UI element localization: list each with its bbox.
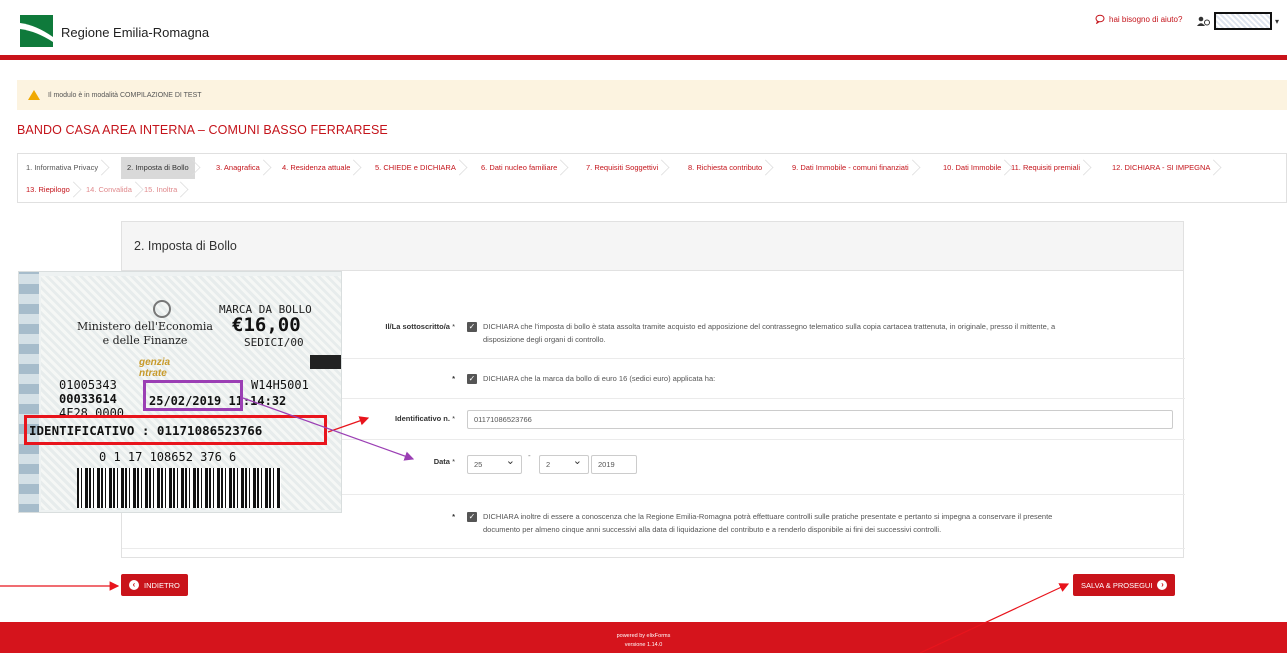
date-highlight-box — [143, 380, 243, 411]
footer-version: versione 1.14.0 — [624, 642, 663, 648]
arrow-right-icon: › — [1157, 580, 1168, 590]
test-mode-alert: Il modulo è in modalità COMPILAZIONE DI … — [17, 80, 1287, 110]
save-label: SALVA & PROSEGUI — [1081, 580, 1153, 590]
arrow-left-icon: ‹ — [129, 580, 139, 590]
identificativo-highlight-box — [24, 415, 327, 445]
header-accent-bar — [0, 55, 1287, 60]
divider — [122, 548, 1185, 549]
chat-bubble-icon — [1095, 14, 1105, 24]
decl1-text: DICHIARA che l'imposta di bollo è stata … — [483, 322, 1056, 344]
wizard-steps: 1. Informativa Privacy 2. Imposta di Bol… — [17, 153, 1287, 203]
tab-inoltra: 15. Inoltra — [138, 179, 183, 201]
decl2-text: DICHIARA che la marca da bollo di euro 1… — [483, 374, 716, 383]
decl3-text: DICHIARA inoltre di essere a conoscenza … — [483, 512, 1053, 534]
help-label: hai bisogno di aiuto? — [1109, 14, 1183, 24]
tab-requisiti-soggettivi[interactable]: 7. Requisiti Soggettivi — [580, 157, 664, 179]
date-separator: - — [528, 451, 531, 460]
stamp-barcode-number: 0 1 17 108652 376 6 — [99, 450, 237, 464]
republic-emblem-icon — [153, 300, 171, 318]
year-input[interactable]: 2019 — [591, 455, 637, 474]
required-mark: * — [452, 512, 455, 521]
tab-chiede-e-dichiara[interactable]: 5. CHIEDE e DICHIARA — [369, 157, 462, 179]
regione-logo-icon — [20, 15, 53, 47]
chevron-down-icon: ▾ — [1275, 16, 1280, 26]
tab-residenza-attuale[interactable]: 4. Residenza attuale — [276, 157, 356, 179]
back-button[interactable]: ‹ INDIETRO — [121, 574, 188, 596]
stamp-redaction — [310, 355, 341, 369]
page-title: BANDO CASA AREA INTERNA – COMUNI BASSO F… — [17, 123, 388, 137]
user-icon — [1197, 16, 1210, 26]
required-mark: * — [452, 374, 455, 383]
stamp-perforation — [19, 272, 39, 512]
decl1-checkbox[interactable]: ✓ — [467, 322, 477, 332]
day-select[interactable]: 25 — [467, 453, 522, 474]
stamp-sedici: SEDICI/00 — [244, 336, 304, 349]
month-select[interactable]: 2 — [539, 453, 589, 474]
tab-dichiara-si-impegna[interactable]: 12. DICHIARA - SI IMPEGNA — [1106, 157, 1216, 179]
tab-imposta-di-bollo[interactable]: 2. Imposta di Bollo — [121, 157, 195, 179]
brand-name: Regione Emilia-Romagna — [61, 25, 210, 40]
stamp-code2: 00033614 — [59, 392, 117, 406]
warning-icon — [28, 90, 40, 100]
back-label: INDIETRO — [144, 580, 180, 590]
stamp-code-right: W14H5001 — [251, 378, 309, 392]
footer: powered by elixForms versione 1.14.0 — [0, 622, 1287, 653]
footer-powered: powered by elixForms — [616, 633, 671, 639]
stamp-amount: €16,00 — [232, 314, 301, 336]
tab-dati-immobile[interactable]: 10. Dati Immobile — [937, 157, 1007, 179]
save-continue-button[interactable]: SALVA & PROSEGUI › — [1073, 574, 1176, 596]
decl2-checkbox[interactable]: ✓ — [467, 374, 477, 384]
tab-requisiti-premiali[interactable]: 11. Requisiti premiali — [1005, 157, 1086, 179]
identificativo-input[interactable]: 01171086523766 — [467, 410, 1173, 429]
barcode-icon — [77, 468, 281, 508]
stamp-agenzia: genzia ntrate — [139, 357, 171, 379]
stamp-code1: 01005343 — [59, 378, 117, 392]
user-menu[interactable]: ▾ — [1197, 12, 1279, 30]
top-header: Regione Emilia-Romagna hai bisogno di ai… — [0, 0, 1287, 55]
help-link[interactable]: hai bisogno di aiuto? — [1095, 14, 1182, 24]
page: Regione Emilia-Romagna hai bisogno di ai… — [0, 0, 1287, 653]
alert-text: Il modulo è in modalità COMPILAZIONE DI … — [48, 91, 202, 99]
panel-title: 2. Imposta di Bollo — [122, 222, 1183, 271]
stamp-ministero: Ministero dell'Economia e delle Finanze — [77, 320, 213, 347]
username-masked — [1214, 12, 1272, 30]
tab-dati-immobile-comuni-finanziati[interactable]: 9. Dati Immobile - comuni finanziati — [786, 157, 915, 179]
decl3-checkbox[interactable]: ✓ — [467, 512, 477, 522]
tab-richiesta-contributo[interactable]: 8. Richiesta contributo — [682, 157, 768, 179]
tab-anagrafica[interactable]: 3. Anagrafica — [210, 157, 266, 179]
tab-informativa-privacy[interactable]: 1. Informativa Privacy — [20, 157, 104, 179]
tab-dati-nucleo-familiare[interactable]: 6. Dati nucleo familiare — [475, 157, 563, 179]
tab-riepilogo[interactable]: 13. Riepilogo — [20, 179, 76, 201]
tab-convalida: 14. Convalida — [80, 179, 138, 201]
